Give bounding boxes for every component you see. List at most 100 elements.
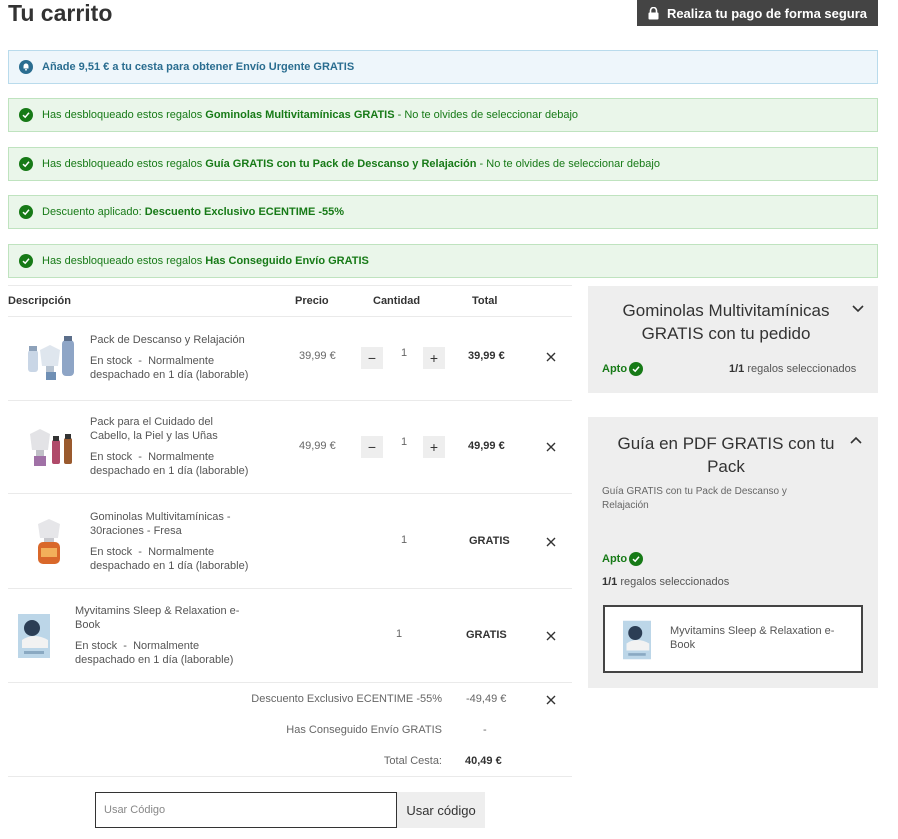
- panel-title[interactable]: Gominolas Multivitamínicas: [588, 299, 864, 322]
- check-circle-icon: [19, 205, 33, 219]
- secure-payment-button[interactable]: Realiza tu pago de forma segura: [637, 0, 878, 26]
- product-name[interactable]: Myvitamins Sleep & Relaxation e-: [75, 604, 239, 618]
- alert-text-bold: Has Conseguido Envío GRATIS: [205, 255, 369, 267]
- apto-label: Apto: [602, 553, 628, 565]
- quantity-value[interactable]: 1: [401, 436, 407, 448]
- product-image-gummies[interactable]: [22, 518, 80, 566]
- product-dispatch: despachado en 1 día (laborable): [90, 369, 249, 381]
- line-total: GRATIS: [466, 629, 507, 641]
- chevron-up-icon[interactable]: [850, 436, 862, 444]
- gifts-count-label: regalos seleccionados: [617, 576, 730, 588]
- product-dispatch: despachado en 1 día (laborable): [75, 654, 234, 666]
- panel-title-line2[interactable]: GRATIS con tu pedido: [588, 322, 864, 345]
- product-dispatch: despachado en 1 día (laborable): [90, 560, 249, 572]
- gift-gummies-alert: Has desbloqueado estos regalos Gominolas…: [8, 98, 878, 132]
- minus-icon: −: [367, 439, 377, 455]
- divider: [8, 776, 572, 777]
- increase-qty-button[interactable]: +: [423, 436, 445, 458]
- shipping-label: Has Conseguido Envío GRATIS: [286, 724, 442, 736]
- cart-table: Descripción Precio Cantidad Total Pack d…: [8, 285, 572, 777]
- product-stock: En stock - Normalmente: [90, 355, 215, 367]
- header-description: Descripción: [8, 295, 71, 307]
- product-name[interactable]: Pack de Descanso y Relajación: [90, 333, 245, 347]
- panel-description: Guía GRATIS con tu Pack de Descanso y: [602, 486, 787, 497]
- apto-status: Apto: [602, 552, 644, 566]
- alert-text-bold: Descuento Exclusivo ECENTIME -55%: [144, 206, 345, 218]
- product-price: 49,99 €: [299, 440, 336, 452]
- alert-text-bold: Guía GRATIS con tu Pack de Descanso y Re…: [205, 158, 477, 170]
- product-image-ebook[interactable]: [18, 614, 50, 658]
- product-name[interactable]: Pack para el Cuidado del: [90, 415, 213, 429]
- remove-item-button[interactable]: [543, 534, 559, 550]
- gift-ebook-image: [623, 620, 651, 660]
- gift-name-line2: Book: [670, 639, 696, 651]
- check-circle-icon: [629, 362, 644, 376]
- minus-icon: −: [367, 350, 377, 366]
- line-total: 49,99 €: [468, 440, 505, 452]
- line-total: GRATIS: [469, 535, 510, 547]
- panel-description-line2: Relajación: [602, 500, 649, 511]
- quantity-value: 1: [396, 628, 403, 640]
- check-circle-icon: [629, 552, 644, 566]
- remove-item-button[interactable]: [543, 439, 559, 455]
- divider: [8, 493, 572, 494]
- apply-coupon-button[interactable]: Usar código: [397, 792, 485, 828]
- gift-panel-guide: Guía en PDF GRATIS con tu Pack Guía GRAT…: [588, 417, 878, 688]
- discount-label: Descuento Exclusivo ECENTIME -55%: [251, 693, 442, 705]
- remove-item-button[interactable]: [543, 349, 559, 365]
- gifts-count-label: regalos seleccionados: [744, 363, 857, 375]
- apto-label: Apto: [602, 363, 628, 375]
- plus-icon: +: [429, 350, 439, 366]
- total-value: 40,49 €: [465, 755, 502, 767]
- check-circle-icon: [19, 254, 33, 268]
- shipping-info-text: Añade 9,51 € a tu cesta para obtener Env…: [42, 61, 355, 73]
- check-circle-icon: [19, 157, 33, 171]
- alert-text-post: - No te olvides de seleccionar debajo: [476, 158, 660, 170]
- product-name-line2[interactable]: 30raciones - Fresa: [90, 524, 182, 538]
- decrease-qty-button[interactable]: −: [361, 436, 383, 458]
- close-icon: [546, 537, 556, 547]
- product-name-line2[interactable]: Cabello, la Piel y las Uñas: [90, 429, 218, 443]
- chevron-down-icon[interactable]: [852, 305, 864, 313]
- selected-gift-card[interactable]: Myvitamins Sleep & Relaxation e- Book: [603, 605, 863, 673]
- divider: [8, 588, 572, 589]
- alert-text-pre: Descuento aplicado:: [42, 206, 145, 218]
- remove-item-button[interactable]: [543, 628, 559, 644]
- coupon-input[interactable]: [95, 792, 397, 828]
- lock-icon: [648, 6, 659, 19]
- product-stock: En stock - Normalmente: [90, 451, 215, 463]
- free-shipping-alert: Has desbloqueado estos regalos Has Conse…: [8, 244, 878, 278]
- product-name[interactable]: Gominolas Multivitamínicas -: [90, 510, 231, 524]
- decrease-qty-button[interactable]: −: [361, 347, 383, 369]
- header-total: Total: [472, 295, 498, 307]
- increase-qty-button[interactable]: +: [423, 347, 445, 369]
- alert-text-pre: Has desbloqueado estos regalos: [42, 158, 206, 170]
- panel-title[interactable]: Guía en PDF GRATIS con tu: [588, 432, 864, 455]
- page-title: Tu carrito: [8, 0, 113, 26]
- divider: [8, 316, 572, 317]
- panel-title-line2[interactable]: Pack: [588, 455, 864, 478]
- discount-alert: Descuento aplicado: Descuento Exclusivo …: [8, 195, 878, 229]
- apto-status: Apto: [602, 362, 644, 376]
- shipping-info-alert: Añade 9,51 € a tu cesta para obtener Env…: [8, 50, 878, 84]
- close-icon: [546, 631, 556, 641]
- header-price: Precio: [295, 295, 329, 307]
- product-stock: En stock - Normalmente: [75, 640, 200, 652]
- discount-value: -49,49 €: [466, 693, 507, 705]
- product-image-relax-pack[interactable]: [22, 336, 80, 384]
- gifts-selected-count: 1/1 regalos seleccionados: [602, 576, 729, 588]
- remove-discount-button[interactable]: [543, 692, 559, 708]
- gifts-selected-count: 1/1 regalos seleccionados: [729, 363, 856, 375]
- product-name-line2[interactable]: Book: [75, 618, 100, 632]
- gifts-count: 1/1: [729, 363, 745, 375]
- secure-payment-label: Realiza tu pago de forma segura: [666, 5, 868, 21]
- check-circle-icon: [19, 108, 33, 122]
- product-image-hair-pack[interactable]: [22, 424, 80, 472]
- quantity-value[interactable]: 1: [401, 347, 407, 359]
- bell-icon: [19, 60, 33, 74]
- gifts-count: 1/1: [602, 576, 618, 588]
- gift-panel-gummies: Gominolas Multivitamínicas GRATIS con tu…: [588, 286, 878, 393]
- divider: [8, 400, 572, 401]
- product-price: 39,99 €: [299, 350, 336, 362]
- alert-text-bold: Gominolas Multivitamínicas GRATIS: [205, 109, 395, 121]
